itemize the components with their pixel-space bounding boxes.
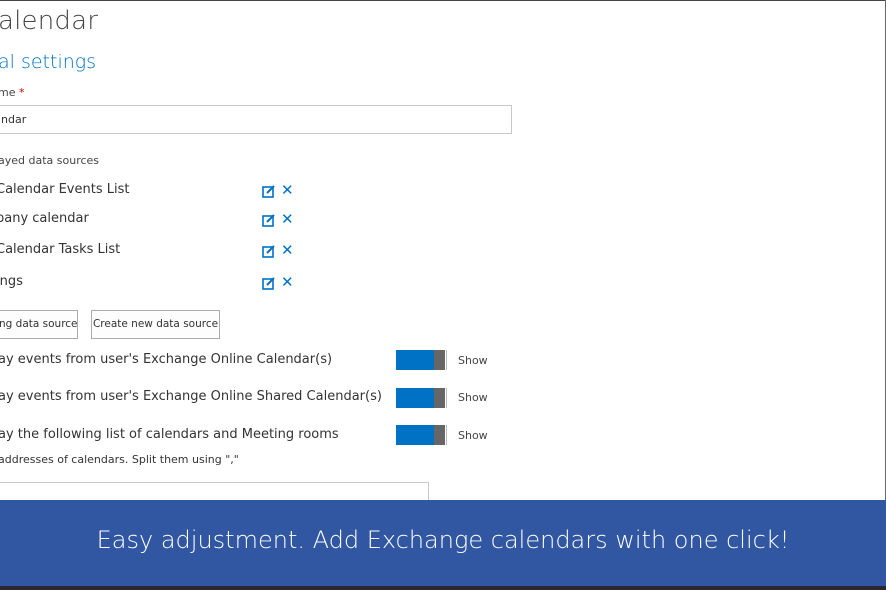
toggle-text: Show <box>458 391 488 404</box>
window-top-border <box>0 0 886 1</box>
data-source-label: ings <box>0 274 23 289</box>
option-label: ay events from user's Exchange Online Ca… <box>0 352 333 367</box>
show-toggle[interactable] <box>396 350 450 370</box>
edit-icon[interactable] <box>262 213 276 227</box>
edit-icon[interactable] <box>262 184 276 198</box>
data-source-row: Calendar Events List ✕ <box>0 182 300 202</box>
toggle-divider <box>446 388 447 408</box>
delete-icon[interactable]: ✕ <box>281 275 294 290</box>
delete-icon[interactable]: ✕ <box>281 243 294 258</box>
edit-icon[interactable] <box>262 244 276 258</box>
banner-bottom-strip <box>0 586 886 590</box>
toggle-text: Show <box>458 354 488 367</box>
data-source-label: Calendar Tasks List <box>0 242 121 257</box>
data-source-row: pany calendar ✕ <box>0 211 300 231</box>
toggle-track <box>396 350 434 370</box>
banner-text: Easy adjustment. Add Exchange calendars … <box>96 526 790 554</box>
name-label-text: me <box>0 86 16 99</box>
toggle-divider <box>446 350 447 370</box>
required-mark: * <box>18 86 25 99</box>
data-source-label: Calendar Events List <box>0 182 130 197</box>
emails-hint: addresses of calendars. Split them using… <box>0 453 239 466</box>
option-label: ay events from user's Exchange Online Sh… <box>0 389 382 404</box>
data-source-row: Calendar Tasks List ✕ <box>0 242 300 262</box>
toggle-thumb <box>434 425 445 445</box>
toggle-thumb <box>434 388 445 408</box>
data-source-label: pany calendar <box>0 211 89 226</box>
promo-banner: Easy adjustment. Add Exchange calendars … <box>0 500 886 590</box>
option-label: ay the following list of calendars and M… <box>0 427 339 442</box>
data-source-row: ings ✕ <box>0 274 300 294</box>
edit-icon[interactable] <box>262 276 276 290</box>
show-toggle[interactable] <box>396 388 450 408</box>
toggle-divider <box>446 425 447 445</box>
create-new-data-source-button[interactable]: Create new data source <box>91 310 220 339</box>
toggle-track <box>396 425 434 445</box>
data-sources-label: ayed data sources <box>0 154 100 167</box>
toggle-thumb <box>434 350 445 370</box>
show-toggle[interactable] <box>396 425 450 445</box>
section-title: al settings <box>0 51 97 73</box>
name-input[interactable]: ndar <box>0 105 512 134</box>
name-field-label: me * <box>0 86 24 99</box>
toggle-text: Show <box>458 429 488 442</box>
page-title: alendar <box>0 6 99 36</box>
add-existing-data-source-button[interactable]: ng data source <box>0 310 78 339</box>
toggle-track <box>396 388 434 408</box>
delete-icon[interactable]: ✕ <box>281 183 294 198</box>
delete-icon[interactable]: ✕ <box>281 212 294 227</box>
